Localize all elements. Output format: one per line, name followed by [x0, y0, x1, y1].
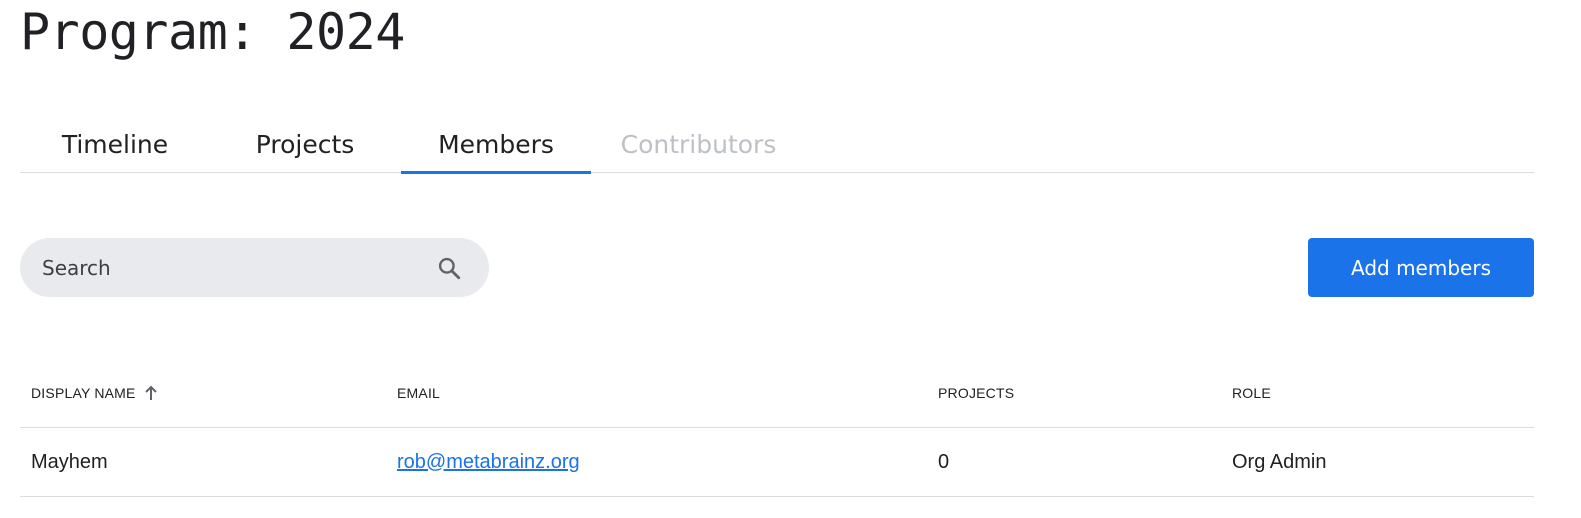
- search-box: [20, 238, 489, 297]
- member-role: Org Admin: [1232, 450, 1327, 473]
- member-email-link[interactable]: rob@metabrainz.org: [397, 451, 580, 474]
- table-header-row: DISPLAY NAME EMAIL PROJECTS ROLE: [20, 358, 1534, 428]
- tab-projects[interactable]: Projects: [210, 115, 400, 173]
- column-header-role[interactable]: ROLE: [1232, 358, 1271, 427]
- tab-contributors: Contributors: [620, 129, 777, 159]
- search-icon[interactable]: [435, 254, 463, 282]
- member-email: rob@metabrainz.org: [397, 428, 580, 496]
- arrow-up-icon[interactable]: [144, 385, 158, 401]
- table-row[interactable]: Mayhem rob@metabrainz.org 0 Org Admin: [20, 428, 1534, 497]
- column-header-projects[interactable]: PROJECTS: [938, 358, 1014, 427]
- page-title: Program: 2024: [20, 3, 405, 61]
- column-header-label: DISPLAY NAME: [31, 384, 136, 401]
- tab-members[interactable]: Members: [401, 115, 591, 174]
- column-header-display-name[interactable]: DISPLAY NAME: [31, 358, 158, 427]
- add-members-button[interactable]: Add members: [1308, 238, 1534, 297]
- column-header-email[interactable]: EMAIL: [397, 358, 440, 427]
- tab-timeline[interactable]: Timeline: [20, 115, 210, 173]
- tab-bar: Timeline Projects Members Contributors: [20, 115, 1534, 174]
- members-table: DISPLAY NAME EMAIL PROJECTS ROLE Mayhem …: [20, 358, 1534, 497]
- member-projects-count: 0: [938, 450, 950, 473]
- member-display-name: Mayhem: [31, 450, 108, 473]
- search-input[interactable]: [42, 255, 435, 280]
